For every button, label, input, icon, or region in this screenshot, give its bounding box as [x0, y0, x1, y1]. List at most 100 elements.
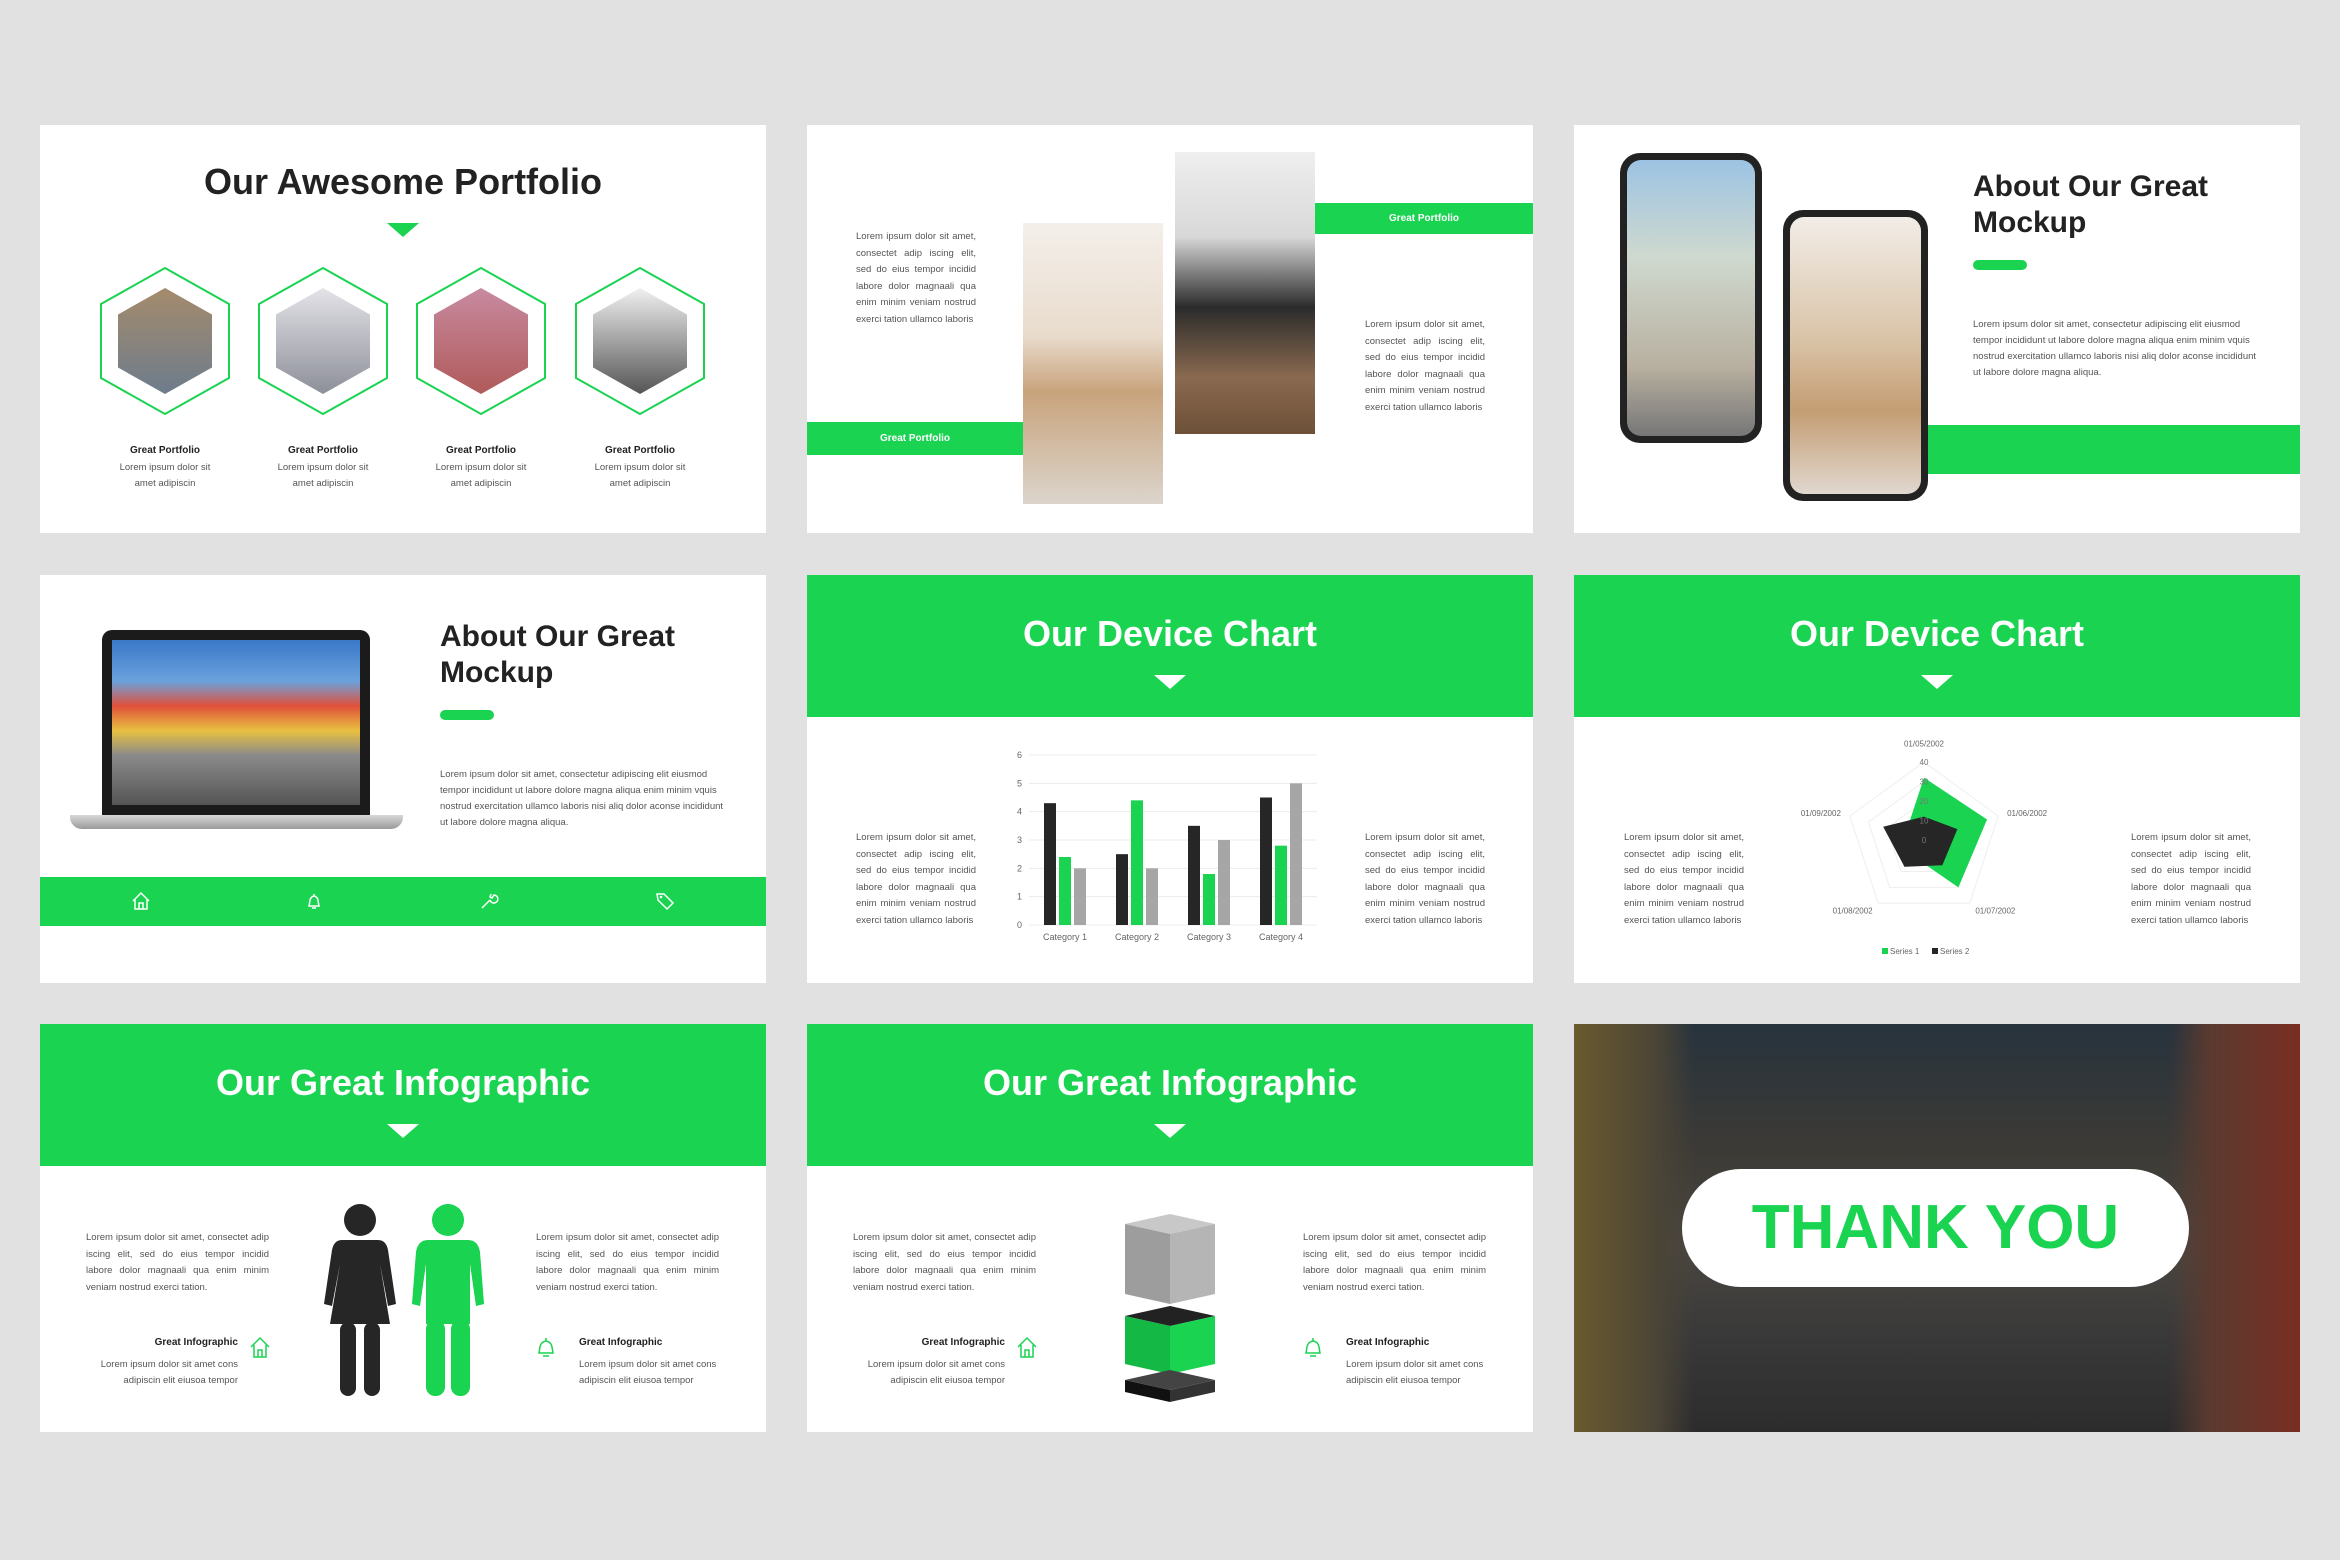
desc-line: Lorem ipsum dolor sit amet cons — [579, 1359, 717, 1370]
triangle-marker — [1154, 1124, 1186, 1138]
y-tick-label: 1 — [1017, 892, 1022, 902]
portfolio-label: Great Portfolio — [287, 445, 358, 456]
portfolio-desc: amet adipiscin — [292, 478, 354, 489]
category-label: 01/06/2002 — [2007, 809, 2048, 818]
left-text: Lorem ipsum dolor sit amet, consectet ad… — [856, 832, 976, 926]
category-label: 01/08/2002 — [1833, 907, 1874, 916]
category-label: 01/09/2002 — [1801, 809, 1842, 818]
slide-infographic-cubes[interactable]: Our Great Infographic Lorem ipsum dolor … — [807, 1024, 1533, 1432]
right-desc: Lorem ipsum dolor sit amet cons adipiscin… — [1346, 1357, 1483, 1389]
slide-title: Our Awesome Portfolio — [203, 161, 603, 202]
title-line: About Our Great — [440, 620, 676, 653]
triangle-marker — [387, 223, 419, 237]
header-band: Our Device Chart — [807, 575, 1533, 717]
portfolio-desc: amet adipiscin — [134, 478, 196, 489]
y-tick-label: 0 — [1017, 920, 1022, 930]
desc-line: Lorem ipsum dolor sit amet cons — [100, 1359, 238, 1370]
triangle-marker — [1154, 675, 1186, 689]
slide-gallery[interactable]: Lorem ipsum dolor sit amet, consectet ad… — [807, 125, 1533, 533]
bar — [1290, 783, 1302, 925]
desc-line: adipiscin elit eiusoa tempor — [579, 1375, 694, 1386]
slide-laptop-mockup[interactable]: About Our Great Mockup Lorem ipsum dolor … — [40, 575, 766, 983]
portfolio-hexagon — [574, 266, 706, 416]
header-band: Our Great Infographic — [807, 1024, 1533, 1166]
bar — [1275, 845, 1287, 925]
laptop-mockup — [102, 630, 370, 815]
y-tick-label: 2 — [1017, 863, 1022, 873]
banner-left: Great Portfolio — [807, 422, 1023, 455]
bar — [1218, 840, 1230, 925]
home-icon — [1017, 1336, 1037, 1358]
right-desc: Lorem ipsum dolor sit amet cons adipiscin… — [579, 1357, 716, 1389]
left-text: Lorem ipsum dolor sit amet, consectet ad… — [856, 231, 976, 325]
living-room-photo — [1175, 152, 1315, 434]
bar — [1044, 803, 1056, 925]
bell-icon — [307, 894, 321, 909]
left-text: Lorem ipsum dolor sit amet, consectet ad… — [86, 1232, 269, 1293]
bar — [1074, 868, 1086, 925]
portfolio-label: Great Portfolio — [604, 445, 675, 456]
portfolio-desc: Lorem ipsum dolor sit — [594, 462, 686, 473]
portfolio-label: Great Portfolio — [129, 445, 200, 456]
legend-label: Series 1 — [1890, 947, 1920, 956]
legend-swatch — [1932, 948, 1938, 954]
right-label: Great Infographic — [579, 1337, 663, 1348]
slide-infographic-people[interactable]: Our Great Infographic Lorem ipsum dolor … — [40, 1024, 766, 1432]
left-text: Lorem ipsum dolor sit amet, consectet ad… — [853, 1232, 1036, 1293]
portfolio-hexagon — [257, 266, 389, 416]
desc-line: adipiscin elit eiusoa tempor — [123, 1375, 238, 1386]
title-line: About Our Great — [1973, 170, 2209, 203]
desc-line: adipiscin elit eiusoa tempor — [890, 1375, 1005, 1386]
bell-icon — [1305, 1338, 1321, 1357]
description: Lorem ipsum dolor sit amet, consectetur … — [440, 769, 724, 828]
left-desc: Lorem ipsum dolor sit amet cons adipiscin… — [853, 1357, 1005, 1389]
slide-title: Our Great Infographic — [982, 1062, 1358, 1103]
home-icon — [132, 891, 150, 910]
building-left — [1574, 1024, 1694, 1432]
triangle-marker — [1921, 675, 1953, 689]
slide-phone-mockup[interactable]: About Our Great Mockup Lorem ipsum dolor … — [1574, 125, 2300, 533]
portfolio-label: Great Portfolio — [445, 445, 516, 456]
portfolio-item: Great Portfolio Lorem ipsum dolor sit amet… — [243, 445, 403, 492]
r-tick-label: 10 — [1920, 817, 1929, 826]
right-text: Lorem ipsum dolor sit amet, consectet ad… — [1365, 319, 1485, 413]
x-tick-label: Category 2 — [1115, 932, 1159, 942]
slide-thank-you[interactable]: THANK YOU — [1574, 1024, 2300, 1432]
slide-title: About Our Great Mockup — [1973, 169, 2208, 241]
woman-figure — [324, 1204, 396, 1396]
x-tick-label: Category 3 — [1187, 932, 1231, 942]
bar — [1059, 857, 1071, 925]
legend-label: Series 2 — [1940, 947, 1970, 956]
slide-bar-chart[interactable]: Our Device Chart Lorem ipsum dolor sit a… — [807, 575, 1533, 983]
slide-radar-chart[interactable]: Our Device Chart Lorem ipsum dolor sit a… — [1574, 575, 2300, 983]
desc-line: Lorem ipsum dolor sit amet cons — [1346, 1359, 1484, 1370]
icon-bar — [40, 877, 766, 926]
black-cube — [1125, 1370, 1215, 1402]
portfolio-hexagon — [415, 266, 547, 416]
r-tick-label: 20 — [1920, 797, 1929, 806]
category-label: 01/05/2002 — [1904, 740, 1945, 749]
green-bar — [1928, 425, 2300, 474]
home-icon — [250, 1336, 270, 1358]
desc-line: adipiscin elit eiusoa tempor — [1346, 1375, 1461, 1386]
bar — [1131, 800, 1143, 925]
left-label: Great Infographic — [154, 1337, 238, 1348]
portfolio-item: Great Portfolio Lorem ipsum dolor sit amet… — [560, 445, 720, 492]
phone-mockup — [1783, 210, 1928, 501]
title-line: Mockup — [1973, 206, 2087, 239]
r-tick-label: 40 — [1920, 758, 1929, 767]
people-figures — [324, 1204, 484, 1396]
green-cube — [1125, 1306, 1215, 1374]
y-tick-label: 5 — [1017, 778, 1022, 788]
legend-swatch — [1882, 948, 1888, 954]
bar — [1260, 797, 1272, 925]
desc-line: Lorem ipsum dolor sit amet cons — [867, 1359, 1005, 1370]
tag-icon — [656, 893, 675, 911]
slide-portfolio[interactable]: Our Awesome Portfolio Great Portfolio Lor… — [40, 125, 766, 533]
y-tick-label: 6 — [1017, 750, 1022, 760]
slide-title: Our Device Chart — [1022, 613, 1318, 654]
title-line: Mockup — [440, 656, 554, 689]
wrench-icon — [481, 893, 499, 909]
bar — [1116, 854, 1128, 925]
right-text: Lorem ipsum dolor sit amet, consectet ad… — [536, 1232, 719, 1293]
